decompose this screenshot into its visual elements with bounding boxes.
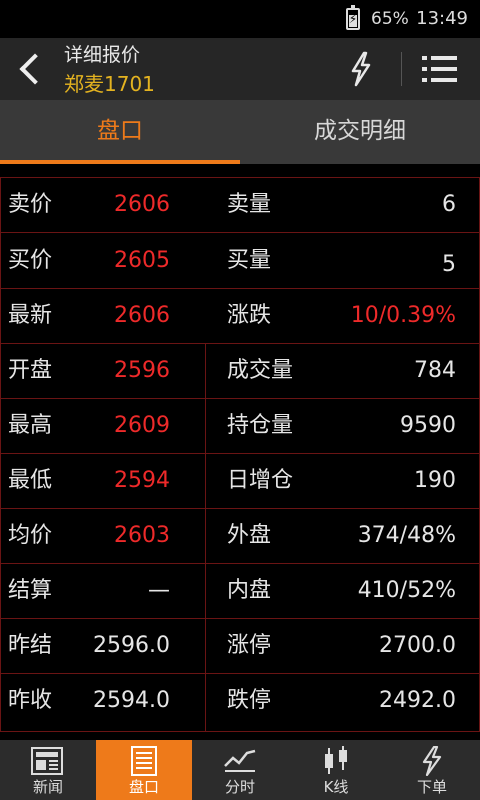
row-label: 涨跌 <box>227 303 272 328</box>
row-label: 昨收 <box>8 688 53 713</box>
table-row: 最新 2606 涨跌 10/0.39% <box>0 288 480 343</box>
row-value: 2596.0 <box>93 633 170 658</box>
candlestick-icon <box>325 746 347 774</box>
row-value: 10/0.39% <box>350 303 456 328</box>
tab-order-book[interactable]: 盘口 <box>0 100 240 164</box>
menu-list-icon[interactable] <box>420 52 460 86</box>
back-arrow-icon[interactable] <box>14 50 50 88</box>
row-label: 最高 <box>8 413 53 438</box>
row-value: 2596 <box>114 358 170 383</box>
nav-label: 新闻 <box>32 778 63 796</box>
row-label: 外盘 <box>227 523 272 548</box>
table-row: 均价 2603 外盘 374/48% <box>0 508 480 563</box>
app-header: 详细报价 郑麦1701 <box>0 38 480 100</box>
row-label: 均价 <box>8 523 53 548</box>
row-value: 2594.0 <box>93 688 170 713</box>
row-value: 2492.0 <box>379 688 456 713</box>
contract-name: 郑麦1701 <box>64 72 155 96</box>
table-row: 昨结 2596.0 涨停 2700.0 <box>0 618 480 673</box>
nav-label: 下单 <box>416 778 447 796</box>
row-label: 内盘 <box>227 578 272 603</box>
tab-trade-details[interactable]: 成交明细 <box>240 100 480 164</box>
row-value: 2603 <box>114 523 170 548</box>
lightning-icon[interactable] <box>344 50 378 88</box>
row-value: 2700.0 <box>379 633 456 658</box>
table-row: 最高 2609 持仓量 9590 <box>0 398 480 453</box>
row-label: 最低 <box>8 468 53 493</box>
row-label: 昨结 <box>8 633 53 658</box>
table-row: 结算 — 内盘 410/52% <box>0 563 480 618</box>
row-label: 结算 <box>8 578 53 603</box>
row-value: 410/52% <box>357 578 456 603</box>
tab-bar: 盘口 成交明细 <box>0 100 480 164</box>
table-row: 买价 2605 买量 5 <box>0 233 480 288</box>
row-value: 2606 <box>114 192 170 217</box>
nav-place-order[interactable]: 下单 <box>384 740 480 800</box>
row-value: 190 <box>414 468 456 493</box>
row-value: 6 <box>442 192 456 217</box>
table-row: 卖价 2606 卖量 6 <box>0 177 480 232</box>
lightning-order-icon <box>422 746 442 776</box>
row-value: 2606 <box>114 303 170 328</box>
row-value: 2594 <box>114 468 170 493</box>
nav-label: 分时 <box>224 778 255 796</box>
row-label: 成交量 <box>227 358 294 383</box>
row-label: 开盘 <box>8 358 53 383</box>
quote-table: 卖价 2606 卖量 6 买价 2605 买量 5 最新 2606 涨跌 10/… <box>0 177 480 732</box>
row-label: 买价 <box>8 248 53 273</box>
table-row: 最低 2594 日增仓 190 <box>0 453 480 508</box>
nav-order-book[interactable]: 盘口 <box>96 740 192 800</box>
newspaper-icon <box>31 747 63 775</box>
row-label: 卖价 <box>8 192 53 217</box>
line-chart-icon <box>224 749 256 772</box>
page-title: 详细报价 <box>64 44 141 66</box>
row-label: 跌停 <box>227 688 272 713</box>
header-divider <box>401 52 402 86</box>
row-value: 374/48% <box>357 523 456 548</box>
row-value: — <box>148 578 170 603</box>
nav-intraday[interactable]: 分时 <box>192 740 288 800</box>
row-label: 持仓量 <box>227 413 294 438</box>
row-value: 2605 <box>114 248 170 273</box>
order-book-icon <box>131 746 157 776</box>
row-label: 最新 <box>8 303 53 328</box>
battery-icon: ⚡ <box>346 5 360 30</box>
row-label: 涨停 <box>227 633 272 658</box>
row-label: 买量 <box>227 248 272 273</box>
row-label: 卖量 <box>227 192 272 217</box>
row-value: 784 <box>414 358 456 383</box>
nav-label: K线 <box>323 778 349 796</box>
status-bar: ⚡ 65% 13:49 <box>0 0 480 38</box>
battery-percent: 65% <box>371 9 409 29</box>
bottom-nav: 新闻 盘口 分时 K线 下单 <box>0 740 480 800</box>
row-value: 9590 <box>400 413 456 438</box>
active-tab-indicator <box>0 160 240 164</box>
row-value: 2609 <box>114 413 170 438</box>
table-row: 昨收 2594.0 跌停 2492.0 <box>0 673 480 728</box>
nav-news[interactable]: 新闻 <box>0 740 96 800</box>
row-value: 5 <box>442 252 456 277</box>
nav-label: 盘口 <box>128 778 159 796</box>
clock: 13:49 <box>416 8 468 29</box>
row-label: 日增仓 <box>227 468 294 493</box>
nav-kline[interactable]: K线 <box>288 740 384 800</box>
table-row: 开盘 2596 成交量 784 <box>0 343 480 398</box>
